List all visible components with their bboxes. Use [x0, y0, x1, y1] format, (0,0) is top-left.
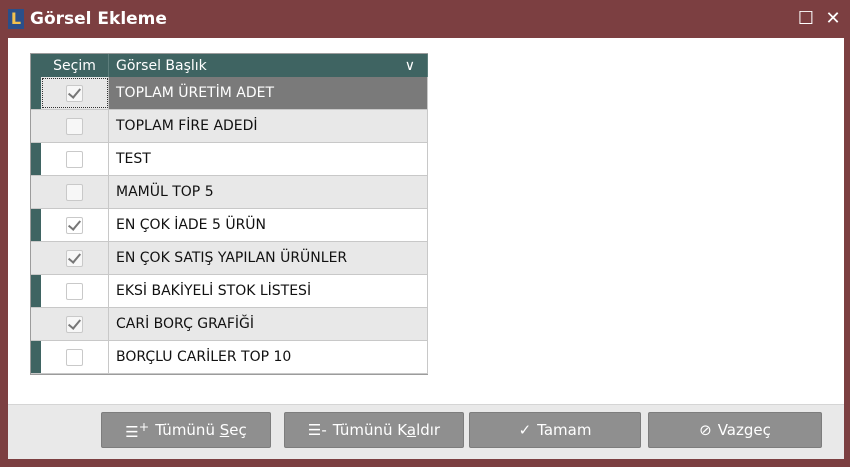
check-circle-icon: ✓	[518, 421, 532, 439]
grid-row[interactable]: EKSİ BAKİYELİ STOK LİSTESİ	[31, 275, 428, 308]
current-row-arrow-icon: ›	[19, 85, 25, 100]
selection-checkbox[interactable]	[66, 348, 83, 366]
cancel-button[interactable]: ⊘ Vazgeç	[648, 412, 822, 448]
grid-header: Seçim Görsel Başlık ∨	[31, 54, 428, 77]
grid-row[interactable]: › TOPLAM ÜRETİM ADET	[19, 77, 428, 110]
ok-button[interactable]: ✓ Tamam	[469, 412, 641, 448]
selection-checkbox[interactable]	[66, 84, 83, 102]
selection-cell[interactable]	[41, 308, 109, 340]
visual-title-cell[interactable]: CARİ BORÇ GRAFİĞİ	[109, 308, 428, 340]
dialog-content: Seçim Görsel Başlık ∨ › TOPLAM ÜRETİM ADE…	[8, 38, 844, 459]
selection-checkbox[interactable]	[66, 315, 83, 333]
selection-checkbox[interactable]	[66, 117, 83, 135]
grid-row[interactable]: BORÇLU CARİLER TOP 10	[31, 341, 428, 374]
select-all-label: Tümünü Seç	[155, 421, 247, 439]
cancel-label: Vazgeç	[717, 421, 771, 439]
deselect-all-label: Tümünü Kaldır	[332, 421, 441, 439]
column-header-selection[interactable]: Seçim	[41, 54, 109, 77]
grid-row[interactable]: TOPLAM FİRE ADEDİ	[31, 110, 428, 143]
selection-cell[interactable]	[41, 143, 109, 175]
grid-row[interactable]: MAMÜL TOP 5	[31, 176, 428, 209]
deselect-all-button[interactable]: ☰- Tümünü Kaldır	[284, 412, 464, 448]
selection-cell[interactable]	[41, 77, 109, 109]
selection-cell[interactable]	[41, 176, 109, 208]
column-header-title[interactable]: Görsel Başlık ∨	[109, 54, 428, 77]
selection-cell[interactable]	[41, 110, 109, 142]
visual-title-cell[interactable]: BORÇLU CARİLER TOP 10	[109, 341, 428, 373]
selection-checkbox[interactable]	[66, 183, 83, 201]
selection-cell[interactable]	[41, 242, 109, 274]
dialog-window: L Görsel Ekleme ☐ ✕ Seçim Görsel Başlık …	[0, 0, 850, 467]
selection-cell[interactable]	[41, 209, 109, 241]
visuals-grid: Seçim Görsel Başlık ∨ › TOPLAM ÜRETİM ADE…	[19, 53, 428, 375]
selection-checkbox[interactable]	[66, 249, 83, 267]
selection-cell[interactable]	[41, 275, 109, 307]
sort-chevron-icon[interactable]: ∨	[405, 58, 415, 74]
visual-title-cell[interactable]: TOPLAM ÜRETİM ADET	[109, 77, 428, 109]
close-icon[interactable]: ✕	[822, 8, 844, 30]
visual-title-cell[interactable]: TOPLAM FİRE ADEDİ	[109, 110, 428, 142]
selection-cell[interactable]	[41, 341, 109, 373]
visual-title-cell[interactable]: EKSİ BAKİYELİ STOK LİSTESİ	[109, 275, 428, 307]
list-remove-icon: ☰-	[307, 421, 327, 439]
selection-checkbox[interactable]	[66, 282, 83, 300]
select-all-button[interactable]: ☰+ Tümünü Seç	[101, 412, 271, 448]
maximize-icon[interactable]: ☐	[795, 8, 817, 30]
title-bar[interactable]: L Görsel Ekleme ☐ ✕	[0, 0, 850, 38]
visual-title-cell[interactable]: TEST	[109, 143, 428, 175]
selection-checkbox[interactable]	[66, 216, 83, 234]
visual-title-cell[interactable]: EN ÇOK SATIŞ YAPILAN ÜRÜNLER	[109, 242, 428, 274]
column-header-title-label: Görsel Başlık	[116, 57, 207, 74]
grid-row[interactable]: CARİ BORÇ GRAFİĞİ	[31, 308, 428, 341]
button-bar: ☰+ Tümünü Seç ☰- Tümünü Kaldır ✓ Tamam ⊘…	[8, 404, 844, 459]
grid-row[interactable]: EN ÇOK İADE 5 ÜRÜN	[31, 209, 428, 242]
grid-row[interactable]: TEST	[31, 143, 428, 176]
selection-checkbox[interactable]	[66, 150, 83, 168]
grid-row[interactable]: EN ÇOK SATIŞ YAPILAN ÜRÜNLER	[31, 242, 428, 275]
app-logo-icon: L	[8, 9, 24, 29]
list-add-icon: ☰+	[125, 419, 150, 441]
ok-label: Tamam	[537, 421, 592, 439]
visual-title-cell[interactable]: MAMÜL TOP 5	[109, 176, 428, 208]
window-title: Görsel Ekleme	[30, 9, 167, 29]
cancel-circle-icon: ⊘	[699, 421, 712, 439]
visual-title-cell[interactable]: EN ÇOK İADE 5 ÜRÜN	[109, 209, 428, 241]
